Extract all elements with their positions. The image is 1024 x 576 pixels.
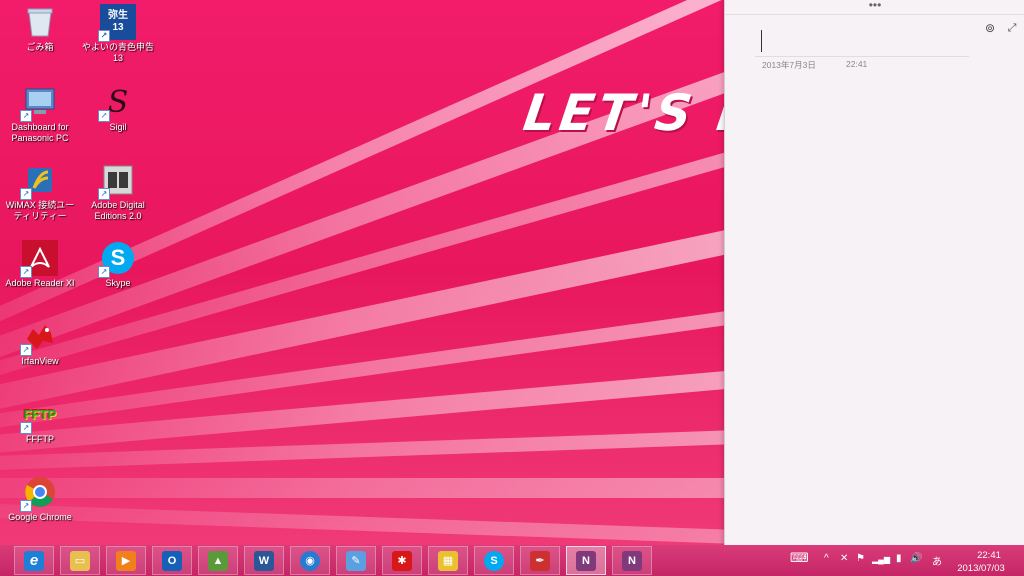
shortcut-arrow-icon: ↗ bbox=[98, 110, 110, 122]
desktop-icon-label: WiMAX 接続ユーティリティー bbox=[5, 200, 75, 221]
pen-icon: ✒ bbox=[530, 550, 550, 571]
desktop-icon-adobe-digital-editions[interactable]: ↗ Adobe Digital Editions 2.0 bbox=[80, 162, 156, 222]
recycle-bin-icon bbox=[22, 4, 58, 40]
desktop-icon-skype[interactable]: S ↗ Skype bbox=[80, 240, 156, 289]
battery-icon[interactable]: ▮ bbox=[896, 553, 902, 564]
desktop-icon-label: やよいの青色申告 13 bbox=[81, 42, 154, 63]
ime-mode-icon[interactable]: あ bbox=[932, 553, 942, 568]
clock-time[interactable]: 22:41 bbox=[966, 550, 1012, 561]
panel-title-bar[interactable]: ••• bbox=[725, 0, 1024, 15]
shortcut-arrow-icon: ↗ bbox=[98, 266, 110, 278]
desktop-icon-yayoi[interactable]: 弥生 13 ↗ やよいの青色申告 13 bbox=[80, 4, 156, 64]
taskbar-internet-explorer[interactable]: e bbox=[14, 546, 54, 575]
yayoi-icon: 弥生 13 ↗ bbox=[98, 4, 136, 42]
sigil-icon: S ↗ bbox=[98, 84, 136, 122]
desktop-icon-chrome[interactable]: ↗ Google Chrome bbox=[2, 474, 78, 523]
desktop-icon-label: ごみ箱 bbox=[26, 42, 54, 52]
taskbar-paint-app[interactable]: ✎ bbox=[336, 546, 376, 575]
onenote-icon: N bbox=[576, 550, 596, 571]
shortcut-arrow-icon: ↗ bbox=[20, 266, 32, 278]
taskbar-globe-app[interactable]: ◉ bbox=[290, 546, 330, 575]
desktop-icon-label: Adobe Reader XI bbox=[5, 278, 75, 288]
ffftp-glyph: FFTP bbox=[23, 406, 57, 422]
word-icon: W bbox=[254, 550, 274, 571]
show-hidden-icons-chevron-icon[interactable]: ^ bbox=[824, 553, 829, 564]
panel-menu-dots[interactable]: ••• bbox=[869, 0, 882, 12]
folder-icon: ▭ bbox=[70, 550, 90, 571]
onenote-clipper-icon: N bbox=[622, 550, 642, 571]
desktop-icon-irfanview[interactable]: ↗ IrfanView bbox=[2, 318, 78, 367]
desktop-icon-label: Sigil bbox=[109, 122, 127, 132]
desktop-icon-label: Google Chrome bbox=[8, 512, 72, 522]
photo-icon: ▲ bbox=[208, 550, 228, 571]
taskbar-irfanview[interactable]: ✱ bbox=[382, 546, 422, 575]
internet-explorer-icon: e bbox=[24, 550, 44, 571]
irfanview-icon: ↗ bbox=[20, 318, 58, 356]
taskbar-file-explorer[interactable]: ▭ bbox=[60, 546, 100, 575]
expand-icon[interactable]: ⤢ bbox=[1006, 22, 1018, 34]
desktop-icon-label: Adobe Digital Editions 2.0 bbox=[91, 200, 145, 221]
onenote-notes-panel: ••• ⊚ ⤢ 2013年7月3日 22:41 bbox=[724, 0, 1024, 546]
shortcut-arrow-icon: ↗ bbox=[20, 110, 32, 122]
dashboard-icon: ↗ bbox=[20, 84, 58, 122]
link-icon[interactable]: ⊚ bbox=[983, 22, 997, 34]
touch-keyboard-icon[interactable]: ⌨ bbox=[790, 550, 809, 566]
shortcut-arrow-icon: ↗ bbox=[98, 30, 110, 42]
shortcut-arrow-icon: ↗ bbox=[20, 500, 32, 512]
note-date: 2013年7月3日 bbox=[762, 60, 816, 70]
network-off-icon[interactable]: ✕ bbox=[840, 553, 848, 564]
media-organizer-icon: ▦ bbox=[438, 550, 458, 571]
taskbar-photo-app[interactable]: ▲ bbox=[198, 546, 238, 575]
sigil-glyph: S bbox=[107, 84, 129, 120]
taskbar-pen-app[interactable]: ✒ bbox=[520, 546, 560, 575]
text-cursor[interactable] bbox=[761, 30, 762, 52]
taskbar-media-player[interactable]: ▶ bbox=[106, 546, 146, 575]
globe-icon: ◉ bbox=[300, 550, 320, 571]
note-title-underline bbox=[755, 56, 969, 57]
paint-icon: ✎ bbox=[346, 550, 366, 571]
irfanview-icon: ✱ bbox=[392, 550, 412, 571]
taskbar-skype[interactable]: S bbox=[474, 546, 514, 575]
yayoi-badge-top: 弥生 bbox=[108, 10, 128, 21]
shortcut-arrow-icon: ↗ bbox=[20, 422, 32, 434]
desktop-icon-label: IrfanView bbox=[21, 356, 59, 366]
desktop-icon-label: FFFTP bbox=[26, 434, 54, 444]
yayoi-badge-bottom: 13 bbox=[112, 22, 124, 33]
ffftp-icon: FFTP ↗ bbox=[20, 396, 58, 434]
desktop-icon-label: Dashboard for Panasonic PC bbox=[11, 122, 69, 143]
shortcut-arrow-icon: ↗ bbox=[20, 344, 32, 356]
desktop-icon-adobe-reader[interactable]: ↗ Adobe Reader XI bbox=[2, 240, 78, 289]
taskbar-onenote-clipper[interactable]: N bbox=[612, 546, 652, 575]
desktop-icon-label: Skype bbox=[105, 278, 131, 288]
adobe-digital-editions-icon: ↗ bbox=[98, 162, 136, 200]
adobe-reader-icon: ↗ bbox=[20, 240, 58, 278]
signal-icon[interactable]: ▂▄▆ bbox=[872, 555, 890, 564]
taskbar-onenote[interactable]: N bbox=[566, 546, 606, 575]
action-center-flag-icon[interactable]: ⚑ bbox=[856, 553, 865, 564]
skype-icon: S bbox=[484, 550, 504, 571]
note-time: 22:41 bbox=[846, 59, 868, 69]
taskbar: e ▭ ▶ O ▲ W ◉ ✎ ✱ ▦ S ✒ N N ⌨ ^ ✕ ⚑ ▂▄▆ … bbox=[0, 545, 1024, 576]
shortcut-arrow-icon: ↗ bbox=[20, 188, 32, 200]
chrome-icon: ↗ bbox=[20, 474, 58, 512]
outlook-icon: O bbox=[162, 550, 182, 571]
volume-icon[interactable]: 🔊 bbox=[910, 553, 922, 564]
desktop-icon-wimax[interactable]: ↗ WiMAX 接続ユーティリティー bbox=[2, 162, 78, 222]
taskbar-outlook[interactable]: O bbox=[152, 546, 192, 575]
taskbar-word[interactable]: W bbox=[244, 546, 284, 575]
desktop-icon-dashboard[interactable]: ↗ Dashboard for Panasonic PC bbox=[2, 84, 78, 144]
desktop-icon-ffftp[interactable]: FFTP ↗ FFFTP bbox=[2, 396, 78, 445]
shortcut-arrow-icon: ↗ bbox=[98, 188, 110, 200]
desktop-icon-sigil[interactable]: S ↗ Sigil bbox=[80, 84, 156, 133]
clock-date[interactable]: 2013/07/03 bbox=[952, 563, 1010, 574]
taskbar-media-organizer[interactable]: ▦ bbox=[428, 546, 468, 575]
desktop-icon-recycle-bin[interactable]: ごみ箱 bbox=[2, 4, 78, 53]
skype-icon: S ↗ bbox=[98, 240, 136, 278]
media-player-icon: ▶ bbox=[116, 550, 136, 571]
wimax-icon: ↗ bbox=[20, 162, 58, 200]
